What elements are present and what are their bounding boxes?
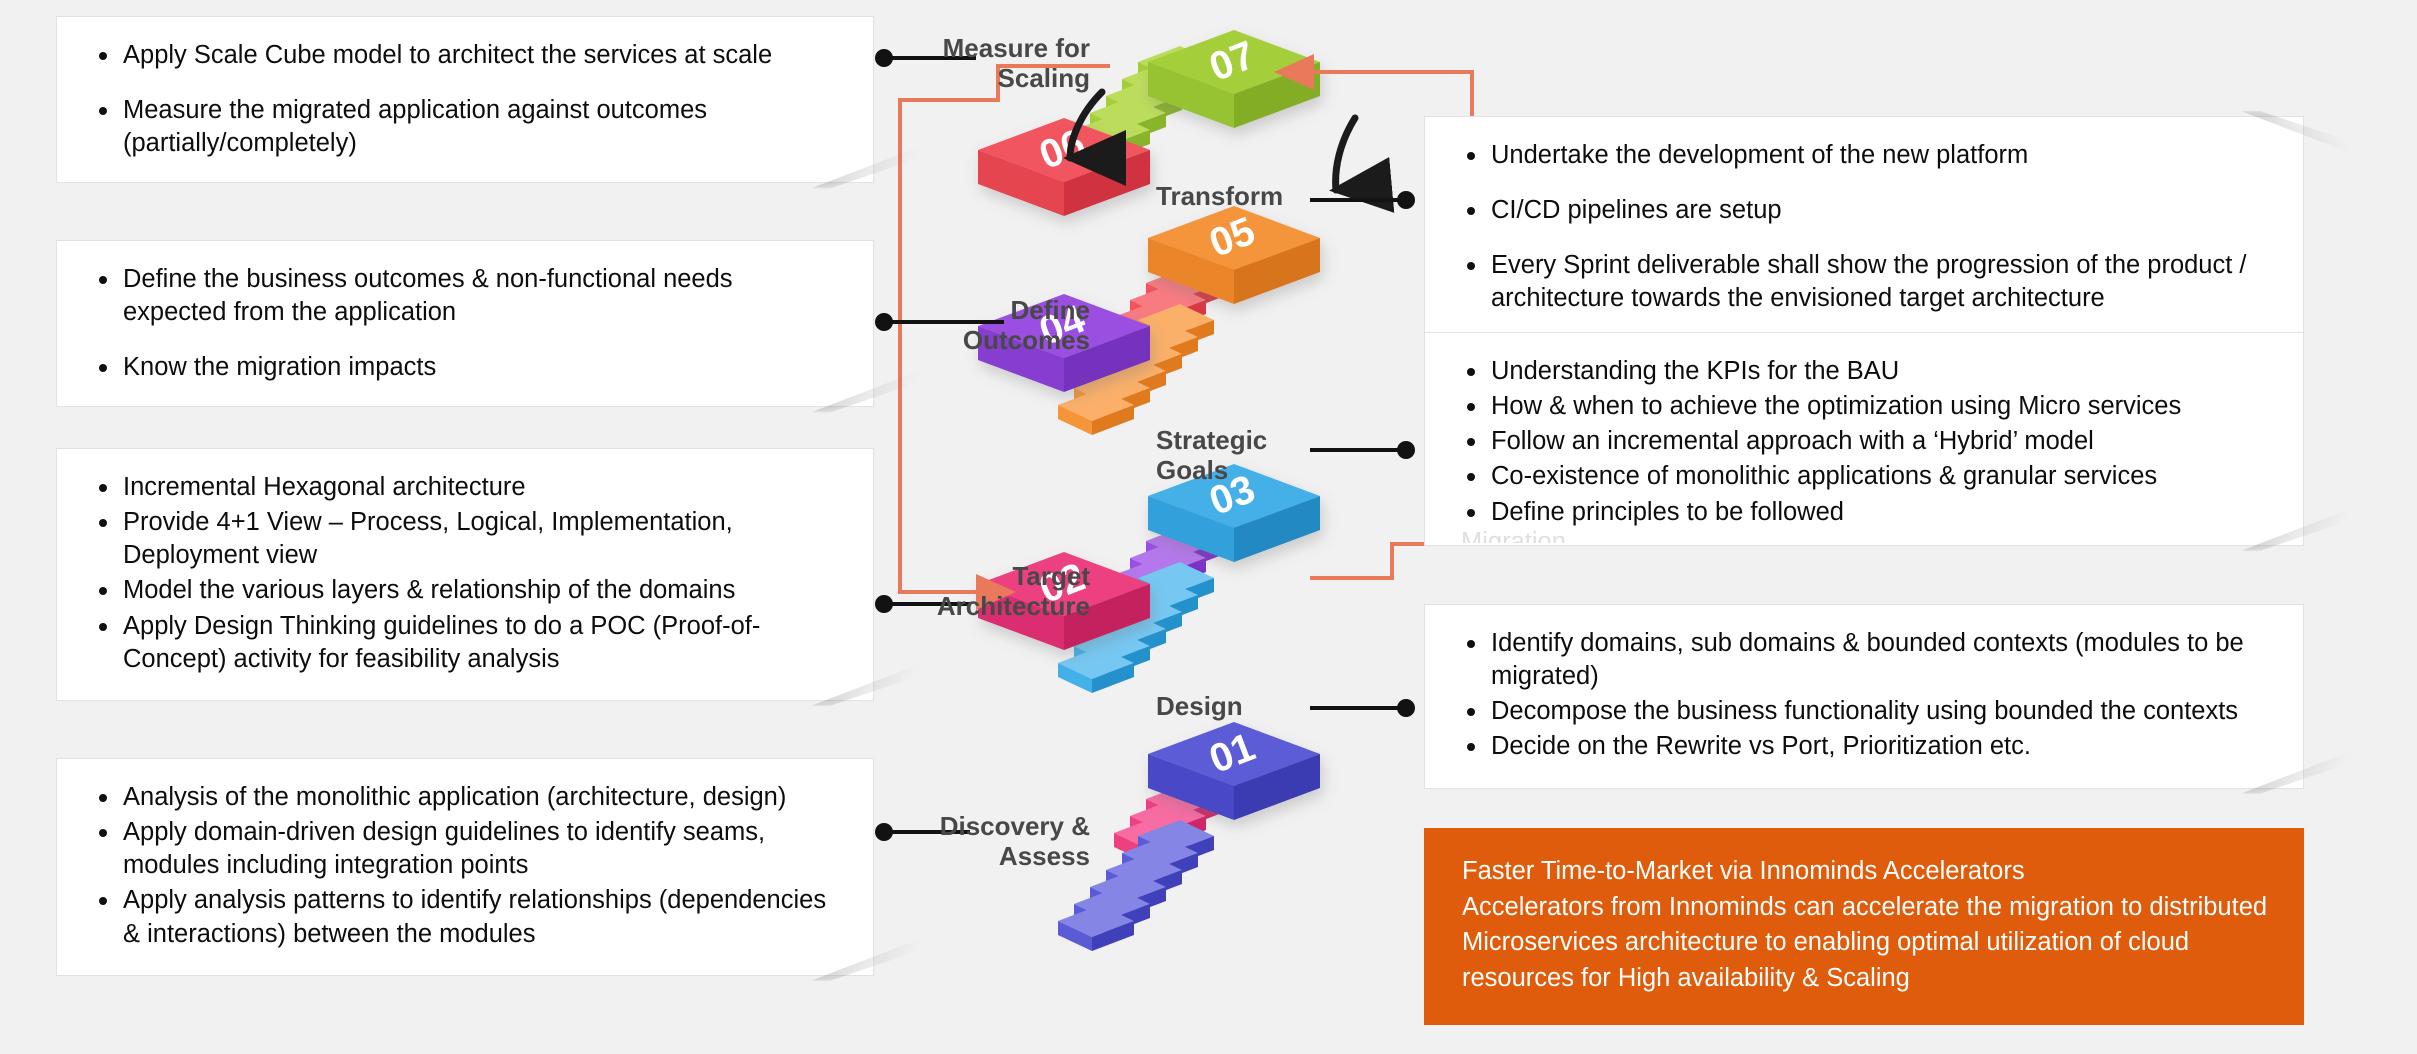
panel-discovery-assess: Analysis of the monolithic application (… [56,758,874,976]
accelerator-body: Accelerators from Innominds can accelera… [1462,892,2268,993]
list-item: Define principles to be followed [1461,496,2273,529]
list-item: Decide on the Rewrite vs Port, Prioritiz… [1461,730,2273,763]
list-item: Model the various layers & relationship … [93,574,843,607]
panel-design: Identify domains, sub domains & bounded … [1424,604,2304,789]
leader-dot-icon [1397,191,1415,209]
list-item: Understanding the KPIs for the BAU [1461,355,2273,388]
bullet-list: Define the business outcomes & non-funct… [93,263,843,384]
list-item: Identify domains, sub domains & bounded … [1461,627,2273,693]
list-item: Incremental Hexagonal architecture [93,471,843,504]
leader-dot-icon [1397,699,1415,717]
list-item: Apply Design Thinking guidelines to do a… [93,610,843,676]
list-item: Apply Scale Cube model to architect the … [93,39,843,72]
stage-label-design: Design [1156,691,1243,721]
stage-label-discovery-assess: Discovery & Assess [939,811,1090,871]
stage-label-define-outcomes: Define Outcomes [962,295,1090,355]
panel-define-outcomes: Define the business outcomes & non-funct… [56,240,874,408]
list-item: Provide 4+1 View – Process, Logical, Imp… [93,506,843,572]
list-item: How & when to achieve the optimization u… [1461,390,2273,423]
curved-arrow-up-06-to-07 [1329,114,1395,213]
panel-transform: Undertake the development of the new pla… [1424,116,2304,339]
list-item: Follow an incremental approach with a ‘H… [1461,425,2273,458]
clipped-overflow-text: Migration [1461,530,1566,543]
list-item: Undertake the development of the new pla… [1461,139,2273,172]
bullet-list: Apply Scale Cube model to architect the … [93,39,843,160]
list-item: Analysis of the monolithic application (… [93,781,843,814]
panel-strategic-goals: Understanding the KPIs for the BAU How &… [1424,332,2304,546]
bullet-list: Undertake the development of the new pla… [1461,139,2273,316]
bullet-list: Understanding the KPIs for the BAU How &… [1461,355,2273,529]
list-item: Co-existence of monolithic applications … [1461,460,2273,493]
list-item: Know the migration impacts [93,351,843,384]
list-item: Measure the migrated application against… [93,94,843,160]
leader-dot-icon [875,49,893,67]
leader-dot-icon [875,823,893,841]
bullet-list: Analysis of the monolithic application (… [93,781,843,951]
leader-dot-icon [875,595,893,613]
stage-label-measure-for-scaling: Measure for Scaling [942,33,1090,93]
panel-accelerator-callout: Faster Time-to-Market via Innominds Acce… [1424,828,2304,1025]
stage-label-strategic-goals: Strategic Goals [1156,425,1268,485]
leader-dot-icon [1397,441,1415,459]
bullet-list: Identify domains, sub domains & bounded … [1461,627,2273,764]
list-item: Apply domain-driven design guidelines to… [93,816,843,882]
list-item: Every Sprint deliverable shall show the … [1461,249,2273,315]
accelerator-heading: Faster Time-to-Market via Innominds Acce… [1462,857,2025,885]
platform-07: 07 [1148,30,1320,128]
list-item: CI/CD pipelines are setup [1461,194,2273,227]
leader-dot-icon [875,313,893,331]
panel-target-architecture: Incremental Hexagonal architecture Provi… [56,448,874,701]
list-item: Apply analysis patterns to identify rela… [93,884,843,950]
bullet-list: Incremental Hexagonal architecture Provi… [93,471,843,676]
list-item: Decompose the business functionality usi… [1461,695,2273,728]
list-item: Define the business outcomes & non-funct… [93,263,843,329]
panel-measure-for-scaling: Apply Scale Cube model to architect the … [56,16,874,184]
stage-label-transform: Transform [1156,181,1284,211]
stage-label-target-architecture: Target Architecture [936,561,1090,621]
infographic-canvas: Apply Scale Cube model to architect the … [0,0,2417,1054]
